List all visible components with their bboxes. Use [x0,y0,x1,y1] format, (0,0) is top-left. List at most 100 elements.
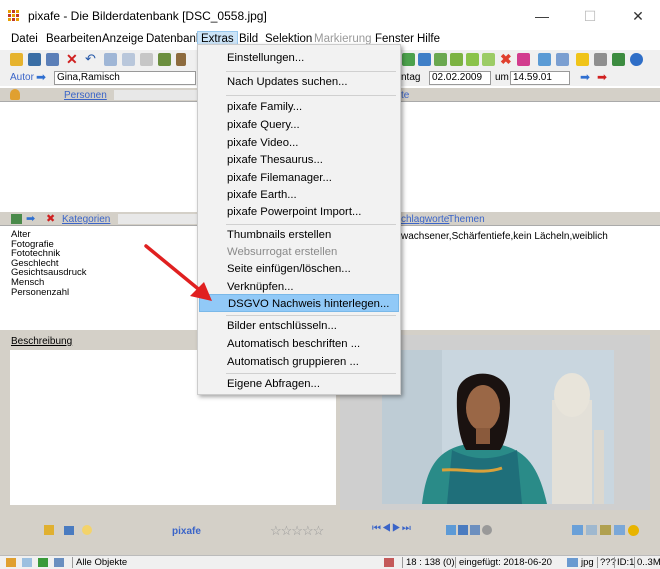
maximize-icon: ☐ [583,8,597,24]
menu-bearbeiten[interactable]: Bearbeiten [46,33,102,45]
author-label: Autor [10,72,34,83]
menu-item-thumbnails[interactable]: Thumbnails erstellen [199,226,399,244]
app-icon[interactable] [8,10,20,22]
prev-icon[interactable]: ◀ [382,523,392,534]
tag-yellow-icon[interactable] [576,53,589,66]
keywords-label[interactable]: chlagworte [401,214,449,225]
tool-icon[interactable] [176,53,186,66]
category-list: Alter Fotografie Fototechnik Geschlecht … [11,230,87,297]
menu-item-powerpoint[interactable]: pixafe Powerpoint Import... [199,203,399,221]
menu-datei[interactable]: Datei [11,33,38,45]
screen-icon[interactable] [572,525,583,535]
paste-icon[interactable] [122,53,135,66]
group4-icon[interactable] [482,53,495,66]
menu-anzeige[interactable]: Anzeige [102,33,144,45]
rating-stars[interactable]: ☆☆☆☆☆ [270,523,324,539]
menu-item-thesaurus[interactable]: pixafe Thesaurus... [199,151,399,169]
maximize-button[interactable]: ☐ [570,4,610,28]
status-refresh-icon[interactable] [22,558,32,567]
menu-item-abfragen[interactable]: Eigene Abfragen... [199,375,399,393]
menu-item-video[interactable]: pixafe Video... [199,134,399,152]
arrow-right-icon-2[interactable]: ➡ [580,70,590,84]
photo[interactable] [382,350,614,504]
grid-view-icon[interactable] [470,525,480,535]
grid2-icon[interactable] [556,53,569,66]
export-icon[interactable] [614,525,625,535]
people-icon[interactable] [44,525,54,535]
navigation-controls[interactable]: ⏮◀▶⏭ [372,523,412,534]
copy-icon[interactable] [104,53,117,66]
zoom-icon[interactable] [446,525,456,535]
extras-dropdown: Einstellungen... Nach Updates suchen... … [197,44,401,395]
themes-label[interactable]: Themen [448,214,485,225]
persons-label[interactable]: Personen [64,90,107,101]
close-icon: ✕ [632,8,644,24]
menu-item-gruppieren[interactable]: Automatisch gruppieren ... [199,353,399,371]
menu-datenbank[interactable]: Datenbank [146,33,202,45]
edit-icon[interactable] [600,525,611,535]
category-item[interactable]: Personenzahl [11,287,87,298]
menu-item-query[interactable]: pixafe Query... [199,116,399,134]
next-icon[interactable]: ▶ [392,523,402,534]
persons-spacer [114,90,198,100]
cancel-icon[interactable]: ✖ [500,51,512,68]
save-icon[interactable] [28,53,41,66]
menu-item-updates[interactable]: Nach Updates suchen... [199,73,399,91]
categories-delete-icon[interactable]: ✖ [46,212,55,225]
open-icon[interactable] [10,53,23,66]
group2-icon[interactable] [450,53,463,66]
keywords-text: wachsener,Schärfentiefe,kein Lächeln,wei… [401,231,608,242]
group3-icon[interactable] [466,53,479,66]
last-icon[interactable]: ⏭ [402,523,412,534]
categories-arrow-icon[interactable]: ➡ [26,212,35,225]
view-controls[interactable] [446,525,492,535]
date-field[interactable]: 02.02.2009 [429,71,491,85]
status-position: 18 : 138 (0) [402,557,455,568]
link-icon[interactable] [64,526,74,535]
menu-item-dsgvo[interactable]: DSGVO Nachweis hinterlegen... [199,294,399,312]
categories-label[interactable]: Kategorien [62,214,110,225]
delete-icon[interactable]: ✕ [66,51,78,68]
minimize-button[interactable]: — [522,4,562,28]
settings-icon[interactable] [594,53,607,66]
fit-icon[interactable] [458,525,468,535]
menu-item-earth[interactable]: pixafe Earth... [199,186,399,204]
menu-item-entschluesseln[interactable]: Bilder entschlüsseln... [199,317,399,335]
status-check-icon[interactable] [38,558,48,567]
grid-icon[interactable] [538,53,551,66]
menu-item-einstellungen[interactable]: Einstellungen... [199,49,399,67]
menu-item-seite[interactable]: Seite einfügen/löschen... [199,260,399,278]
search-icon[interactable] [158,53,171,66]
undo-icon[interactable]: ↶ [85,51,96,67]
print-icon[interactable] [140,53,153,66]
arrow-right-icon[interactable]: ➡ [36,70,46,84]
menu-separator [226,224,396,225]
author-field[interactable]: Gina,Ramisch [54,71,196,85]
time-field[interactable]: 14.59.01 [510,71,570,85]
magnify-icon[interactable] [82,525,92,535]
help-icon[interactable] [630,53,643,66]
group-icon[interactable] [434,53,447,66]
menu-item-filemanager[interactable]: pixafe Filemanager... [199,169,399,187]
arrow-right-red-icon[interactable]: ➡ [597,70,607,84]
save-as-icon[interactable] [46,53,59,66]
first-icon[interactable]: ⏮ [372,523,382,534]
status-people-icon[interactable] [54,558,64,567]
menu-hilfe[interactable]: Hilfe [417,33,440,45]
globe-icon[interactable] [482,525,492,535]
status-bar: Alle Objekte 18 : 138 (0) eingefügt: 201… [0,555,660,569]
tag-icon[interactable] [418,53,431,66]
time-label: um [495,72,509,83]
mark-icon[interactable] [517,53,530,66]
refresh-icon[interactable] [612,53,625,66]
hand-icon[interactable] [628,525,639,536]
menu-item-beschriften[interactable]: Automatisch beschriften ... [199,335,399,353]
close-button[interactable]: ✕ [618,4,658,28]
menu-item-family[interactable]: pixafe Family... [199,98,399,116]
slideshow-icon[interactable] [586,525,597,535]
rotate-icon[interactable] [402,53,415,66]
status-edit-icon[interactable] [384,558,394,567]
category-icon [11,214,22,224]
status-home-icon[interactable] [6,558,16,567]
menu-item-websurrogat[interactable]: Websurrogat erstellen [199,243,399,261]
